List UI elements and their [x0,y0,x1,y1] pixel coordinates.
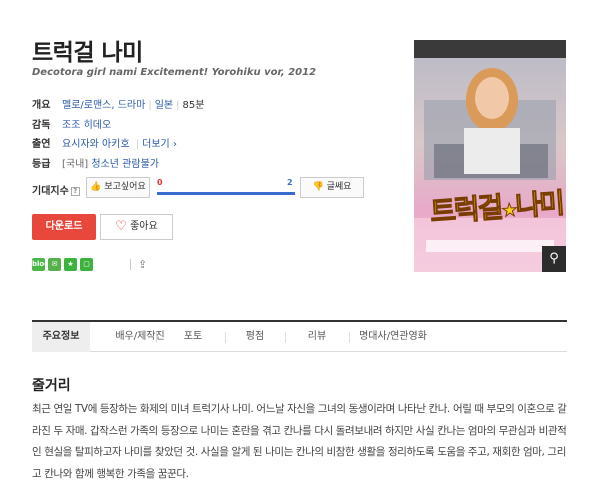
not-sure-button[interactable]: 👎 글쎄요 [300,177,364,198]
want-count: 0 [157,178,163,187]
director-label: 감독 [32,120,51,131]
plot-heading: 줄거리 [32,378,71,394]
genre-link[interactable]: 멜로/로맨스, 드라마 [62,100,145,111]
movie-original-title: Decotora girl nami Excitement! Yorohiku … [32,67,317,78]
talk-icon[interactable]: ✉ [48,258,61,271]
plot-text: 최근 연일 TV에 등장하는 화제의 미녀 트럭기사 나미. 어느날 자신을 그… [32,403,567,480]
tab-quotes-related[interactable]: 명대사/연관영화 [350,322,436,352]
star-icon[interactable]: ★ [64,258,77,271]
cast-link[interactable]: 요시자와 아키호 [62,139,130,150]
share-icon[interactable]: ⇪ [138,258,147,271]
more-cast-link[interactable]: 더보기 › [142,139,177,150]
thumbs-up-icon: 👍 [90,182,102,192]
square-icon[interactable]: ▢ [80,258,93,271]
director-link[interactable]: 조조 히데오 [62,120,111,131]
tab-review[interactable]: 리뷰 [286,322,348,352]
zoom-icon[interactable]: ⚲ [542,246,566,272]
thumbs-down-icon: 👎 [312,182,324,192]
genre-label: 개요 [32,100,51,111]
rating-region: [국내] [62,159,89,170]
want-to-see-button[interactable]: 👍 보고싶어요 [86,177,150,198]
movie-title: 트럭걸 나미 [32,40,143,66]
heart-icon: ♡ [115,219,127,234]
tab-rating[interactable]: 평점 [224,322,286,352]
movie-poster[interactable]: 트럭걸★나미 [414,40,566,272]
runtime: 85분 [182,100,205,111]
expectation-bar [157,192,295,195]
poster-art [414,40,566,272]
cast-label: 출연 [32,139,51,150]
like-button[interactable]: ♡ 좋아요 [100,214,173,240]
blog-icon[interactable]: blog [32,258,49,271]
expectation-label: 기대지수? [32,182,80,197]
download-button[interactable]: 다운로드 [32,214,96,240]
tab-main-info[interactable]: 주요정보 [32,322,90,352]
country-link[interactable]: 일본 [155,100,173,111]
chevron-right-icon: › [172,139,177,150]
tab-photo[interactable]: 포토 [162,322,224,352]
help-icon[interactable]: ? [70,187,80,196]
rating-label: 등급 [32,159,51,170]
rating-link[interactable]: 청소년 관람불가 [91,159,159,170]
no-count: 2 [287,178,293,187]
detail-tabs: 주요정보 배우/제작진 포토 평점 리뷰 명대사/연관영화 [32,320,567,352]
